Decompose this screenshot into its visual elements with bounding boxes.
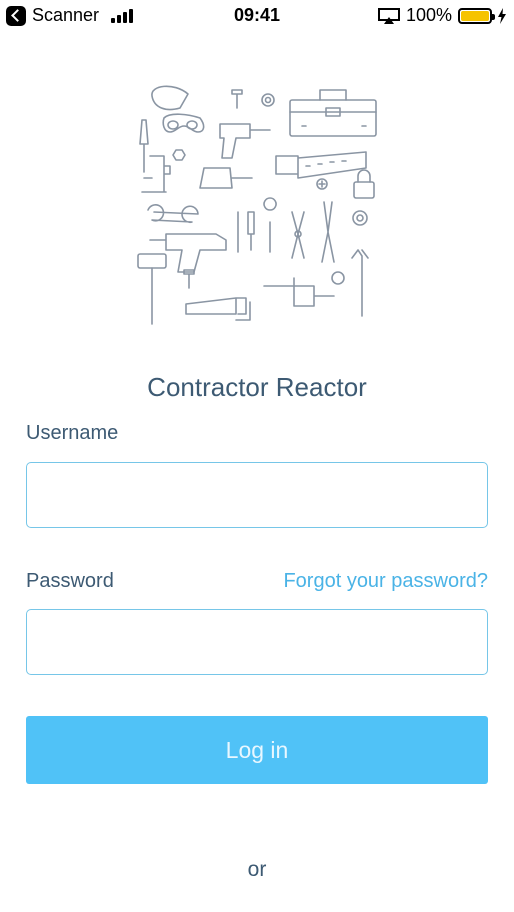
status-bar: Scanner 09:41 100% (0, 0, 514, 32)
tools-illustration-icon (137, 85, 377, 325)
charging-icon (498, 7, 506, 24)
app-title: Contractor Reactor (147, 372, 367, 402)
battery-icon (458, 7, 495, 24)
password-label: Password (26, 570, 114, 592)
login-button[interactable]: Log in (26, 716, 488, 784)
username-input[interactable] (26, 462, 488, 528)
airplay-icon (377, 7, 400, 24)
or-separator: or (247, 858, 267, 881)
forgot-password-link[interactable]: Forgot your password? (283, 570, 488, 593)
username-label: Username (26, 422, 119, 444)
battery-fill (461, 10, 489, 21)
password-input[interactable] (26, 609, 488, 675)
battery-percentage: 100% (405, 5, 452, 25)
